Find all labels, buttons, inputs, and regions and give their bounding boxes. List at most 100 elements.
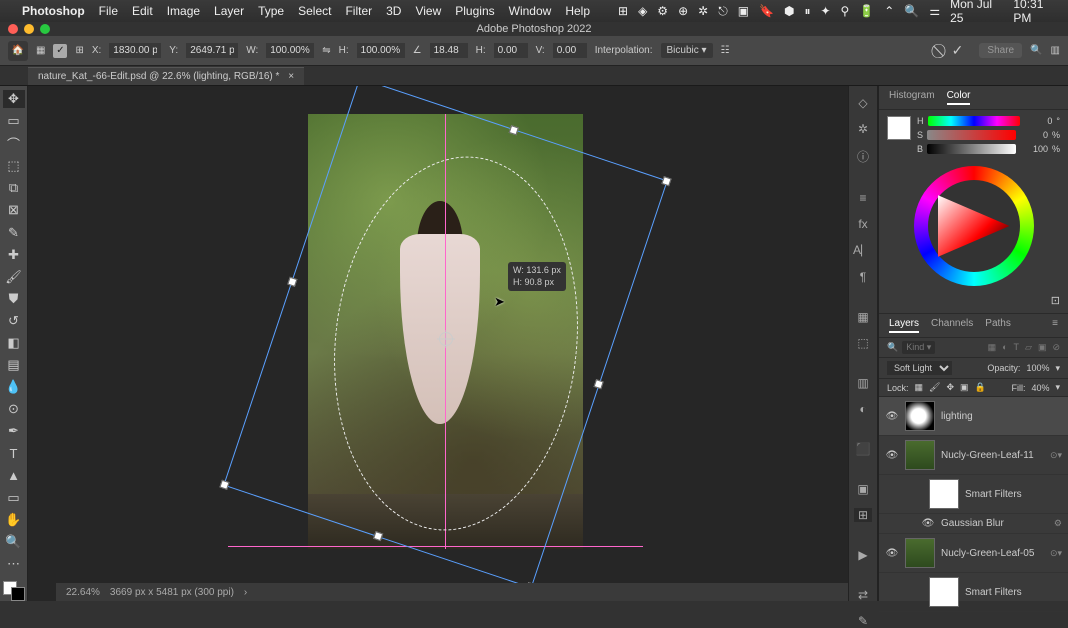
layer-thumbnail[interactable] <box>905 440 935 470</box>
menu-edit[interactable]: Edit <box>132 4 153 18</box>
edit-toolbar[interactable]: ⋯ <box>3 555 25 573</box>
filter-smart-icon[interactable]: ▣ <box>1038 342 1047 353</box>
x-input[interactable] <box>109 43 161 58</box>
hskew-input[interactable] <box>494 43 528 58</box>
document-tab[interactable]: nature_Kat_-66-Edit.psd @ 22.6% (lightin… <box>28 67 304 85</box>
tab-histogram[interactable]: Histogram <box>889 90 935 105</box>
eraser-tool[interactable]: ◧ <box>3 334 25 352</box>
link-wh-icon[interactable]: ⇋ <box>322 45 330 56</box>
tab-channels[interactable]: Channels <box>931 318 973 333</box>
type-tool[interactable]: T <box>3 444 25 462</box>
hue-value[interactable]: 0 <box>1024 116 1052 126</box>
panel-icon[interactable]: ▦ <box>854 310 872 324</box>
status-icon[interactable]: ▣ <box>738 4 749 18</box>
filter-pixel-icon[interactable]: ▦ <box>988 342 997 353</box>
panel-icon[interactable]: fx <box>854 217 872 231</box>
lock-artboard-icon[interactable]: ▣ <box>960 382 969 393</box>
status-icon[interactable]: ◈ <box>638 4 647 18</box>
panel-menu-icon[interactable]: ≡ <box>1052 318 1058 333</box>
filter-adjust-icon[interactable]: ◐ <box>1002 342 1007 353</box>
crop-tool[interactable]: ⧉ <box>3 179 25 197</box>
lock-pixels-icon[interactable]: 🖌 <box>929 382 940 393</box>
transform-anchor-widget[interactable]: ▦ <box>36 45 45 56</box>
smart-filters-mask[interactable] <box>929 577 959 607</box>
battery-icon[interactable]: 🔋 <box>859 4 874 18</box>
panel-icon[interactable]: ▶ <box>854 548 872 562</box>
transform-handle[interactable] <box>287 277 297 287</box>
color-panel-menu-icon[interactable]: ⊡ <box>1051 295 1060 307</box>
marquee-tool[interactable]: ▭ <box>3 112 25 130</box>
home-button[interactable]: 🏠 <box>8 41 28 61</box>
menu-help[interactable]: Help <box>565 4 590 18</box>
bri-value[interactable]: 100 <box>1020 144 1048 154</box>
status-icon[interactable]: ⬢ <box>784 4 794 18</box>
layer-name[interactable]: Smart Filters <box>965 489 1022 500</box>
menu-3d[interactable]: 3D <box>386 4 401 18</box>
lock-all-icon[interactable]: 🔒 <box>975 382 986 393</box>
tab-layers[interactable]: Layers <box>889 318 919 333</box>
layer-name[interactable]: Nucly-Green-Leaf-11 <box>941 450 1034 461</box>
smart-object-badge[interactable]: ⊙▾ <box>1050 548 1062 559</box>
y-input[interactable] <box>186 43 238 58</box>
status-icon[interactable]: ⊞ <box>618 4 628 18</box>
interpolation-select[interactable]: Bicubic ▾ <box>661 43 713 58</box>
panel-icon[interactable]: ⊞ <box>854 508 872 522</box>
filter-kind-select[interactable]: Kind ▾ <box>902 341 935 354</box>
sat-value[interactable]: 0 <box>1020 130 1048 140</box>
shape-tool[interactable]: ▭ <box>3 489 25 507</box>
fill-value[interactable]: 40% <box>1031 383 1049 393</box>
menu-filter[interactable]: Filter <box>345 4 372 18</box>
filter-name[interactable]: Gaussian Blur <box>941 518 1004 529</box>
status-icon[interactable]: 🔖 <box>759 4 774 18</box>
panel-icon[interactable]: ✎ <box>854 614 872 628</box>
menu-file[interactable]: File <box>99 4 118 18</box>
frame-tool[interactable]: ⊠ <box>3 201 25 219</box>
transform-handle[interactable] <box>661 176 671 186</box>
transform-handle[interactable] <box>594 379 604 389</box>
filter-options-icon[interactable]: ⚙ <box>1054 518 1062 529</box>
blur-tool[interactable]: 💧 <box>3 378 25 396</box>
color-swatches[interactable] <box>3 581 25 601</box>
menu-image[interactable]: Image <box>167 4 200 18</box>
opacity-value[interactable]: 100% <box>1026 363 1049 373</box>
w-input[interactable] <box>266 43 314 58</box>
panel-icon[interactable]: ⬛ <box>854 442 872 456</box>
dodge-tool[interactable]: ⊙ <box>3 400 25 418</box>
filter-shape-icon[interactable]: ▱ <box>1025 342 1032 353</box>
status-icon[interactable]: ⚙ <box>657 4 668 18</box>
gradient-tool[interactable]: ▤ <box>3 356 25 374</box>
smart-filters-mask[interactable] <box>929 479 959 509</box>
layer-row[interactable]: Smart Filters <box>879 475 1068 514</box>
layer-row[interactable]: 👁 Gaussian Blur ⚙ <box>879 514 1068 534</box>
move-tool[interactable]: ✥ <box>3 90 25 108</box>
menu-select[interactable]: Select <box>298 4 331 18</box>
layer-row[interactable]: 👁 Nucly-Green-Leaf-11 ⊙▾ <box>879 436 1068 475</box>
menu-layer[interactable]: Layer <box>214 4 244 18</box>
panel-icon[interactable]: ▥ <box>854 376 872 390</box>
h-input[interactable] <box>357 43 405 58</box>
status-icon[interactable]: ⏸ <box>804 4 810 19</box>
panel-icon[interactable]: ⬚ <box>854 336 872 350</box>
zoom-level[interactable]: 22.64% <box>66 587 100 598</box>
bri-slider[interactable] <box>927 144 1016 154</box>
transform-pivot[interactable] <box>439 332 453 346</box>
search-icon[interactable]: 🔍 <box>904 4 919 18</box>
lock-transparency-icon[interactable]: ▦ <box>915 382 924 393</box>
layer-thumbnail[interactable] <box>905 538 935 568</box>
status-icon[interactable]: ⎋ <box>718 4 728 19</box>
menu-view[interactable]: View <box>415 4 441 18</box>
filter-toggle[interactable]: ⊘ <box>1052 342 1060 353</box>
panel-icon[interactable]: ≡ <box>854 191 872 205</box>
layer-row[interactable]: 👁 Nucly-Green-Leaf-05 ⊙▾ <box>879 534 1068 573</box>
window-minimize[interactable] <box>24 24 34 34</box>
color-wheel[interactable] <box>914 166 1034 286</box>
workspace-icon[interactable]: ▥ <box>1051 45 1060 56</box>
canvas-area[interactable]: W: 131.6 px H: 90.8 px ➤ 22.64% 3669 px … <box>28 86 848 601</box>
brush-tool[interactable]: 🖌 <box>3 268 25 286</box>
tab-paths[interactable]: Paths <box>985 318 1011 333</box>
visibility-toggle[interactable]: 👁 <box>885 411 899 422</box>
zoom-tool[interactable]: 🔍 <box>3 533 25 551</box>
eyedropper-tool[interactable]: ✎ <box>3 223 25 241</box>
tab-color[interactable]: Color <box>947 90 971 105</box>
foreground-swatch[interactable] <box>887 116 911 140</box>
